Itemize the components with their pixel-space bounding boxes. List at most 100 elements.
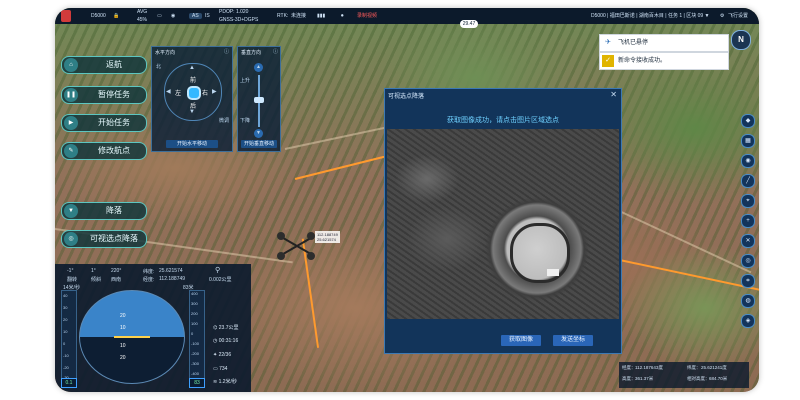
globe-icon[interactable]: ◍ bbox=[741, 294, 755, 308]
drone-id: D5000 bbox=[91, 13, 106, 19]
tools-icon[interactable]: ✕ bbox=[741, 234, 755, 248]
roll-label: 翻转 bbox=[67, 277, 78, 283]
speed-value-box: 0.1 bbox=[61, 378, 77, 388]
drone-marker[interactable] bbox=[277, 226, 317, 266]
mode-sub: IS bbox=[205, 13, 210, 19]
cursor-coordinates: 经度： 112.187643度 纬度： 25.621241度 高度： 361.3… bbox=[619, 362, 749, 388]
info-icon[interactable]: ⓘ bbox=[224, 48, 229, 55]
down-label: 下降 bbox=[240, 118, 251, 124]
app-logo-icon bbox=[61, 10, 71, 22]
checkmark-icon: ✓ bbox=[602, 55, 614, 67]
right-label: 右 bbox=[202, 91, 209, 97]
stack-icon[interactable]: ◈ bbox=[741, 314, 755, 328]
altitude-value-box: 83 bbox=[189, 378, 205, 388]
gear-icon[interactable]: ⚙ bbox=[720, 8, 724, 24]
pitch-tick: 20 bbox=[120, 355, 126, 361]
lat-value: 25.621574 bbox=[159, 268, 183, 274]
record-icon[interactable]: ⏺ bbox=[341, 8, 344, 24]
stat-time: ◷ 00:31:16 bbox=[213, 338, 239, 344]
horizon-marker bbox=[114, 336, 150, 338]
rtk-status: 未连接 bbox=[291, 13, 307, 19]
rtk-label: RTK: bbox=[277, 13, 289, 19]
layers-icon[interactable]: ◆ bbox=[741, 114, 755, 128]
edit-waypoint-button[interactable]: ✎ 修改航点 bbox=[61, 142, 147, 160]
mode-badge: AS bbox=[189, 8, 202, 24]
joystick-knob[interactable] bbox=[187, 86, 201, 100]
drone-coordinate-tag: 112.188749 25.621574 bbox=[315, 231, 340, 243]
pitch-value: 1° bbox=[91, 268, 96, 274]
app-window: 112.188749 25.621574 D5000 🔒 AVG 45% ▭ ◉… bbox=[55, 8, 759, 392]
arrow-right-icon[interactable]: ▶ bbox=[212, 88, 217, 95]
get-image-button[interactable]: 获取图像 bbox=[501, 335, 541, 346]
person-icon: ⚲ bbox=[215, 267, 221, 274]
ruler-icon[interactable]: ╱ bbox=[741, 174, 755, 188]
arrow-up-icon[interactable]: ▲ bbox=[189, 65, 195, 71]
back-label: 后 bbox=[190, 104, 197, 110]
distance-value: 0.002公里 bbox=[209, 277, 232, 283]
aerial-image[interactable] bbox=[387, 129, 619, 319]
start-horizontal-move-button[interactable]: 开始水平移动 bbox=[166, 140, 218, 148]
pitch-tick: 10 bbox=[120, 343, 126, 349]
pitch-tick: 20 bbox=[120, 313, 126, 319]
vehicle bbox=[547, 269, 559, 276]
speed-tape: 40 30 20 10 0 -10 -20 -30 bbox=[61, 290, 77, 386]
vertical-slider-thumb[interactable] bbox=[254, 97, 264, 103]
start-vertical-move-button[interactable]: 开始垂直移动 bbox=[241, 140, 277, 148]
send-coordinates-button[interactable]: 发送坐标 bbox=[553, 335, 593, 346]
measure-icon[interactable]: ⌗ bbox=[741, 274, 755, 288]
roll-value: -1° bbox=[67, 268, 74, 274]
return-home-button[interactable]: ⌂ 返航 bbox=[61, 56, 147, 74]
lon-label: 经度: bbox=[143, 277, 155, 283]
battery-icon: ▭ bbox=[157, 13, 162, 19]
gnss-status: GNSS-3D+DGPS bbox=[219, 17, 259, 23]
land-button[interactable]: ▼ 降落 bbox=[61, 202, 147, 220]
lat-label: 纬度: bbox=[143, 269, 155, 275]
camera-icon[interactable]: ◉ bbox=[741, 154, 755, 168]
up-label: 上升 bbox=[240, 78, 251, 84]
mission-info[interactable]: D5000 | 福田巴斯诺 | 湖南百木目 | 任务 1 | 区块 09 ▼ bbox=[591, 8, 710, 24]
north-label: 北 bbox=[156, 64, 162, 70]
lon-value: 112.188749 bbox=[159, 276, 186, 282]
stat-battery: ▭ 734 bbox=[213, 366, 228, 372]
pin-icon[interactable]: ⌖ bbox=[741, 194, 755, 208]
start-mission-button[interactable]: ▶ 开始任务 bbox=[61, 114, 147, 132]
battery-percent: 45% bbox=[137, 17, 148, 23]
flight-settings[interactable]: 飞行设置 bbox=[728, 8, 748, 24]
play-icon: ▶ bbox=[64, 116, 78, 130]
signal-bars-icon: ▮▮▮ bbox=[317, 13, 326, 19]
map-icon[interactable]: ▦ bbox=[741, 134, 755, 148]
notification-hover[interactable]: ✈ 飞机已悬停 bbox=[599, 34, 729, 52]
speed-badge: 29.47 bbox=[460, 20, 478, 28]
pause-icon: ❚❚ bbox=[64, 88, 78, 102]
target-icon: ◎ bbox=[64, 232, 78, 246]
status-bar: D5000 🔒 AVG 45% ▭ ◉ AS IS PDOP: 1.020 GN… bbox=[55, 8, 759, 24]
down-button[interactable]: ▼ bbox=[254, 129, 263, 138]
waypoint-icon: ✎ bbox=[64, 144, 78, 158]
zoom-in-icon[interactable]: + bbox=[741, 214, 755, 228]
pitch-label: 倾斜 bbox=[91, 277, 102, 283]
land-icon: ▼ bbox=[64, 204, 78, 218]
info-icon[interactable]: ⓘ bbox=[273, 48, 278, 55]
visual-landing-button[interactable]: ◎ 可视选点降落 bbox=[61, 230, 147, 248]
pitch-tick: 10 bbox=[120, 325, 126, 331]
location-icon[interactable]: ◎ bbox=[741, 254, 755, 268]
stat-satellites: ✦ 22/36 bbox=[213, 352, 232, 358]
front-label: 前 bbox=[190, 78, 197, 84]
dialog-title: 可视选点降落 bbox=[388, 94, 425, 100]
fine-tune-label: 微调 bbox=[218, 118, 229, 124]
notification-command[interactable]: ✓ 新命令接收成功。 bbox=[599, 52, 729, 70]
heading-label: 西南 bbox=[111, 277, 122, 283]
close-icon[interactable]: ✕ bbox=[610, 90, 617, 99]
up-button[interactable]: ▲ bbox=[254, 63, 263, 72]
record-status[interactable]: 录制视频 bbox=[357, 8, 377, 24]
horizontal-control-panel: 水平方向 ⓘ ▲ ▼ ◀ ▶ 前 后 左 右 北 微调 开始水平移动 bbox=[151, 46, 233, 152]
lock-icon[interactable]: 🔒 bbox=[113, 8, 119, 24]
compass-icon[interactable]: N bbox=[731, 30, 751, 50]
pause-mission-button[interactable]: ❚❚ 暂停任务 bbox=[61, 86, 147, 104]
arrow-left-icon[interactable]: ◀ bbox=[166, 88, 171, 95]
heading-value: 220° bbox=[111, 268, 122, 274]
home-icon: ⌂ bbox=[64, 58, 78, 72]
stat-distance: ⌬ 23.7公里 bbox=[213, 325, 239, 331]
flight-instrument-panel: -1° 1° 220° 翻转 倾斜 西南 纬度: 25.621574 经度: 1… bbox=[55, 264, 251, 392]
attitude-indicator: 20 10 10 20 bbox=[79, 290, 185, 384]
